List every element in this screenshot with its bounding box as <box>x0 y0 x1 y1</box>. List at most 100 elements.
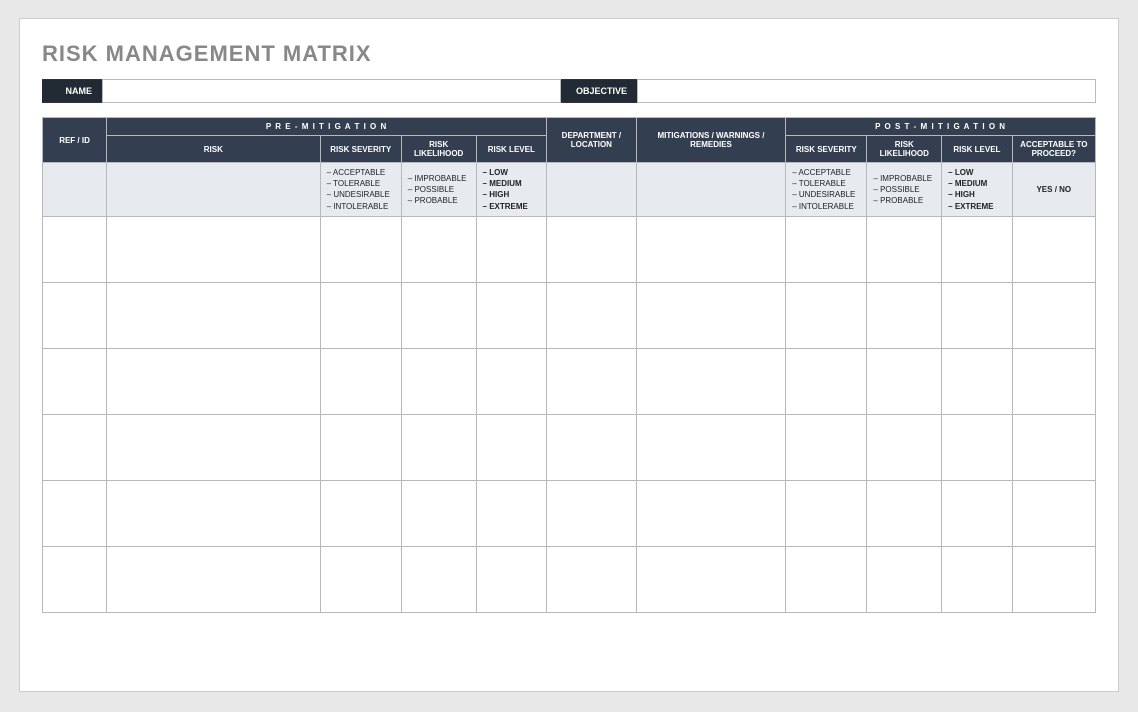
cell-post-likelihood[interactable] <box>867 216 942 282</box>
cell-pre-level[interactable] <box>476 348 546 414</box>
cell-ref[interactable] <box>43 348 107 414</box>
cell-mitigations[interactable] <box>636 216 786 282</box>
risk-matrix-table: REF / ID P R E - M I T I G A T I O N DEP… <box>42 117 1096 613</box>
cell-mitigations[interactable] <box>636 480 786 546</box>
col-risk: RISK <box>107 136 321 163</box>
cell-pre-likelihood[interactable] <box>401 282 476 348</box>
cell-department[interactable] <box>547 216 637 282</box>
cell-risk[interactable] <box>107 414 321 480</box>
cell-pre-level[interactable] <box>476 282 546 348</box>
hint-ref <box>43 163 107 217</box>
hint-pre-severity: – ACCEPTABLE– TOLERABLE– UNDESIRABLE– IN… <box>320 163 401 217</box>
cell-mitigations[interactable] <box>636 282 786 348</box>
cell-post-level[interactable] <box>942 348 1012 414</box>
cell-pre-severity[interactable] <box>320 282 401 348</box>
col-post-severity: RISK SEVERITY <box>786 136 867 163</box>
cell-mitigations[interactable] <box>636 348 786 414</box>
cell-mitigations[interactable] <box>636 546 786 612</box>
table-row <box>43 216 1096 282</box>
cell-acceptable[interactable] <box>1012 414 1095 480</box>
cell-acceptable[interactable] <box>1012 216 1095 282</box>
cell-pre-likelihood[interactable] <box>401 414 476 480</box>
cell-ref[interactable] <box>43 216 107 282</box>
cell-post-severity[interactable] <box>786 216 867 282</box>
hint-dept <box>547 163 637 217</box>
cell-pre-level[interactable] <box>476 480 546 546</box>
cell-department[interactable] <box>547 282 637 348</box>
hint-pre-level: – LOW– MEDIUM– HIGH– EXTREME <box>476 163 546 217</box>
group-pre-mitigation: P R E - M I T I G A T I O N <box>107 118 547 136</box>
hint-acceptable: YES / NO <box>1012 163 1095 217</box>
cell-post-level[interactable] <box>942 414 1012 480</box>
cell-department[interactable] <box>547 348 637 414</box>
cell-acceptable[interactable] <box>1012 348 1095 414</box>
cell-pre-likelihood[interactable] <box>401 216 476 282</box>
risk-matrix-sheet: RISK MANAGEMENT MATRIX NAME OBJECTIVE RE… <box>19 18 1119 692</box>
cell-acceptable[interactable] <box>1012 282 1095 348</box>
col-ref: REF / ID <box>43 118 107 163</box>
cell-ref[interactable] <box>43 480 107 546</box>
hint-post-likelihood: – IMPROBABLE– POSSIBLE– PROBABLE <box>867 163 942 217</box>
cell-pre-severity[interactable] <box>320 216 401 282</box>
cell-post-severity[interactable] <box>786 414 867 480</box>
cell-acceptable[interactable] <box>1012 480 1095 546</box>
cell-post-level[interactable] <box>942 216 1012 282</box>
cell-post-severity[interactable] <box>786 546 867 612</box>
cell-pre-level[interactable] <box>476 216 546 282</box>
cell-post-likelihood[interactable] <box>867 546 942 612</box>
cell-department[interactable] <box>547 546 637 612</box>
matrix-body <box>43 216 1096 612</box>
col-pre-likelihood: RISK LIKELIHOOD <box>401 136 476 163</box>
cell-post-severity[interactable] <box>786 348 867 414</box>
cell-risk[interactable] <box>107 546 321 612</box>
cell-risk[interactable] <box>107 282 321 348</box>
hint-post-severity: – ACCEPTABLE– TOLERABLE– UNDESIRABLE– IN… <box>786 163 867 217</box>
cell-post-likelihood[interactable] <box>867 282 942 348</box>
hint-risk <box>107 163 321 217</box>
cell-risk[interactable] <box>107 348 321 414</box>
cell-pre-level[interactable] <box>476 546 546 612</box>
cell-pre-severity[interactable] <box>320 546 401 612</box>
group-post-mitigation: P O S T - M I T I G A T I O N <box>786 118 1096 136</box>
col-pre-level: RISK LEVEL <box>476 136 546 163</box>
cell-ref[interactable] <box>43 282 107 348</box>
cell-department[interactable] <box>547 414 637 480</box>
cell-post-likelihood[interactable] <box>867 414 942 480</box>
hint-pre-likelihood: – IMPROBABLE– POSSIBLE– PROBABLE <box>401 163 476 217</box>
cell-mitigations[interactable] <box>636 414 786 480</box>
col-post-level: RISK LEVEL <box>942 136 1012 163</box>
cell-post-level[interactable] <box>942 480 1012 546</box>
table-row <box>43 480 1096 546</box>
table-row <box>43 414 1096 480</box>
cell-risk[interactable] <box>107 480 321 546</box>
name-input[interactable] <box>102 79 561 103</box>
page-title: RISK MANAGEMENT MATRIX <box>42 41 1096 67</box>
col-post-likelihood: RISK LIKELIHOOD <box>867 136 942 163</box>
cell-pre-severity[interactable] <box>320 414 401 480</box>
cell-pre-severity[interactable] <box>320 348 401 414</box>
name-label: NAME <box>42 79 102 103</box>
meta-row: NAME OBJECTIVE <box>42 79 1096 103</box>
cell-pre-likelihood[interactable] <box>401 348 476 414</box>
table-row <box>43 282 1096 348</box>
cell-post-severity[interactable] <box>786 282 867 348</box>
cell-acceptable[interactable] <box>1012 546 1095 612</box>
hint-row: – ACCEPTABLE– TOLERABLE– UNDESIRABLE– IN… <box>43 163 1096 217</box>
cell-post-level[interactable] <box>942 546 1012 612</box>
hint-post-level: – LOW– MEDIUM– HIGH– EXTREME <box>942 163 1012 217</box>
cell-pre-level[interactable] <box>476 414 546 480</box>
cell-pre-likelihood[interactable] <box>401 480 476 546</box>
cell-pre-severity[interactable] <box>320 480 401 546</box>
cell-ref[interactable] <box>43 546 107 612</box>
cell-pre-likelihood[interactable] <box>401 546 476 612</box>
cell-post-likelihood[interactable] <box>867 348 942 414</box>
cell-department[interactable] <box>547 480 637 546</box>
cell-post-likelihood[interactable] <box>867 480 942 546</box>
hint-mitigations <box>636 163 786 217</box>
cell-risk[interactable] <box>107 216 321 282</box>
cell-post-severity[interactable] <box>786 480 867 546</box>
cell-post-level[interactable] <box>942 282 1012 348</box>
col-department: DEPARTMENT / LOCATION <box>547 118 637 163</box>
objective-input[interactable] <box>637 79 1096 103</box>
cell-ref[interactable] <box>43 414 107 480</box>
